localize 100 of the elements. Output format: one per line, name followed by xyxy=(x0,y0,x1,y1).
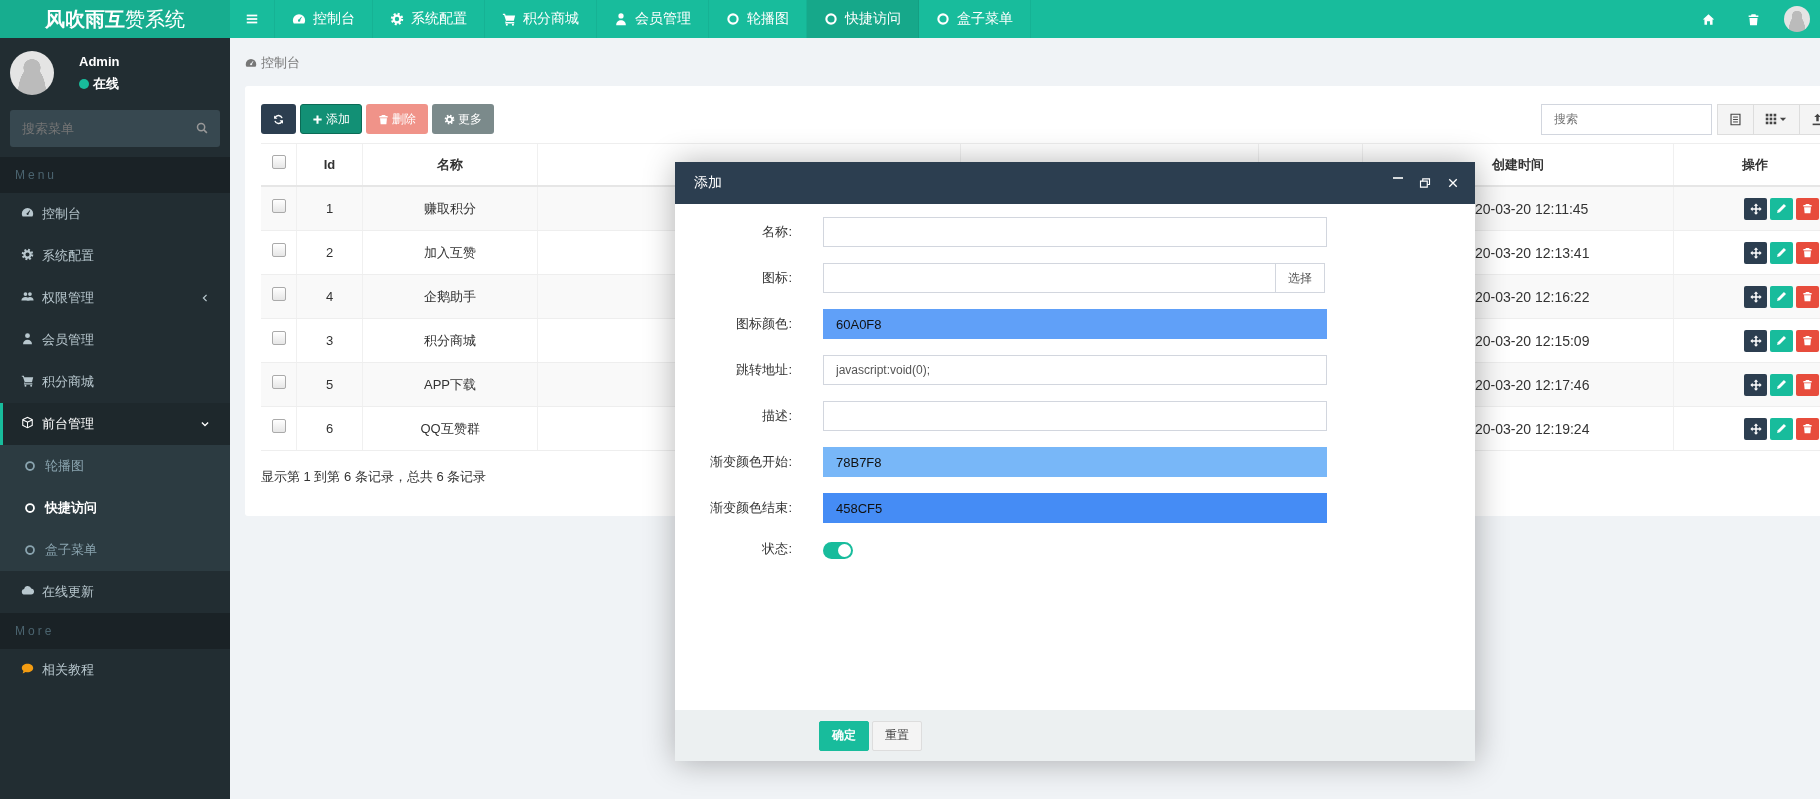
table-cell: 2 xyxy=(325,245,334,260)
move-icon xyxy=(1749,202,1762,215)
table-cell: 20-03-20 12:13:41 xyxy=(1475,244,1590,261)
sidebar-subitem[interactable]: 快捷访问 xyxy=(0,487,230,529)
search-field[interactable]: 搜索菜单 xyxy=(10,110,220,147)
trash-icon xyxy=(1747,12,1760,26)
table-cell: 6 xyxy=(325,421,334,436)
delete-button[interactable] xyxy=(1796,285,1819,308)
move-icon xyxy=(1749,290,1762,303)
sidebar-subitem[interactable]: 轮播图 xyxy=(0,445,230,487)
reset-button[interactable]: 重置 xyxy=(872,720,922,751)
search-field[interactable]: 搜索 xyxy=(1541,103,1712,135)
user-icon xyxy=(21,332,34,345)
refresh-icon xyxy=(273,113,284,125)
circle-icon xyxy=(936,12,950,26)
sidebar-item[interactable]: 控制台 xyxy=(0,193,230,235)
avatar[interactable] xyxy=(1784,6,1810,32)
sidebar-item[interactable]: 积分商城 xyxy=(0,361,230,403)
trash-icon xyxy=(378,113,389,125)
pencil-icon xyxy=(1776,291,1787,302)
toggle-switch[interactable] xyxy=(823,542,853,559)
table-cell: 赚取积分 xyxy=(424,199,476,218)
checkbox[interactable] xyxy=(271,286,286,301)
field-label: 名称: xyxy=(761,223,792,241)
trash-icon xyxy=(1802,379,1813,390)
sidebar-item[interactable]: 相关教程 xyxy=(0,649,230,691)
input-field[interactable] xyxy=(823,217,1327,247)
gauge-icon xyxy=(245,56,257,69)
field-label: 渐变颜色开始: xyxy=(709,453,792,471)
sidebar-subitem[interactable]: 盒子菜单 xyxy=(0,529,230,571)
color-field[interactable]: 60A0F8 xyxy=(823,309,1327,339)
move-icon xyxy=(1749,246,1762,259)
circle-icon xyxy=(24,502,36,514)
column-header[interactable]: 名称 xyxy=(437,155,463,174)
drag-button[interactable] xyxy=(1744,417,1767,440)
column-header[interactable]: 创建时间 xyxy=(1492,155,1544,174)
users-icon xyxy=(21,290,34,303)
drag-button[interactable] xyxy=(1744,197,1767,220)
drag-button[interactable] xyxy=(1744,241,1767,264)
checkbox[interactable] xyxy=(271,242,286,257)
add-button[interactable]: 添加 xyxy=(300,104,362,134)
input-field[interactable] xyxy=(823,401,1327,431)
table-cell: 20-03-20 12:19:24 xyxy=(1475,420,1590,437)
list-icon xyxy=(1729,112,1742,126)
sidebar-item[interactable]: 系统配置 xyxy=(0,235,230,277)
field-label: 图标颜色: xyxy=(735,315,792,333)
delete-button[interactable] xyxy=(1796,417,1819,440)
gear-icon xyxy=(390,12,404,26)
select-button[interactable]: 选择 xyxy=(1276,263,1325,293)
columns-button[interactable] xyxy=(1753,103,1800,135)
drag-button[interactable] xyxy=(1744,373,1767,396)
input-field[interactable]: javascript:void(0); xyxy=(823,355,1327,385)
menu-icon xyxy=(245,12,259,26)
gear-icon xyxy=(21,248,34,261)
drag-button[interactable] xyxy=(1744,285,1767,308)
more-button[interactable]: 更多 xyxy=(432,104,494,134)
user-icon xyxy=(614,12,628,26)
minimize-icon xyxy=(1393,177,1403,179)
restore-icon xyxy=(1419,177,1431,189)
checkbox[interactable] xyxy=(271,374,286,389)
table-cell: 20-03-20 12:16:22 xyxy=(1475,288,1590,305)
chevron-down-icon xyxy=(200,419,210,429)
checkbox[interactable] xyxy=(271,418,286,433)
color-field[interactable]: 78B7F8 xyxy=(823,447,1327,477)
sidebar-item[interactable]: 在线更新 xyxy=(0,571,230,613)
toggle-view-button[interactable] xyxy=(1717,103,1754,135)
field-label: 图标: xyxy=(761,269,792,287)
delete-button[interactable] xyxy=(1796,197,1819,220)
user-name: Admin xyxy=(79,53,120,69)
sidebar-item[interactable]: 前台管理 xyxy=(0,403,230,445)
export-icon xyxy=(1811,112,1820,126)
checkbox[interactable] xyxy=(271,154,286,169)
table-cell: 5 xyxy=(325,377,334,392)
sidebar-item[interactable]: 会员管理 xyxy=(0,319,230,361)
cube-icon xyxy=(21,416,34,429)
sidebar-item[interactable]: 权限管理 xyxy=(0,277,230,319)
table-cell: 1 xyxy=(325,201,334,216)
drag-button[interactable] xyxy=(1744,329,1767,352)
input-field[interactable] xyxy=(823,263,1276,293)
table-cell: 20-03-20 12:15:09 xyxy=(1475,332,1590,349)
column-header: 操作 xyxy=(1741,155,1768,174)
avatar xyxy=(10,51,54,95)
color-field[interactable]: 458CF5 xyxy=(823,493,1327,523)
field-label: 跳转地址: xyxy=(735,361,792,379)
breadcrumb[interactable]: 控制台 xyxy=(261,53,300,72)
delete-button[interactable] xyxy=(1796,241,1819,264)
checkbox[interactable] xyxy=(271,330,286,345)
close-icon xyxy=(1447,177,1459,189)
delete-button[interactable] xyxy=(1796,329,1819,352)
circle-icon xyxy=(726,12,740,26)
cart-icon xyxy=(502,12,516,26)
refresh-button[interactable] xyxy=(261,104,296,134)
column-header[interactable]: Id xyxy=(323,157,336,172)
gauge-icon xyxy=(292,12,306,26)
table-cell: QQ互赞群 xyxy=(420,419,480,438)
trash-icon xyxy=(1802,247,1813,258)
field-label: 描述: xyxy=(761,407,792,425)
checkbox[interactable] xyxy=(271,198,286,213)
delete-button[interactable] xyxy=(1796,373,1819,396)
plus-icon xyxy=(312,113,323,125)
